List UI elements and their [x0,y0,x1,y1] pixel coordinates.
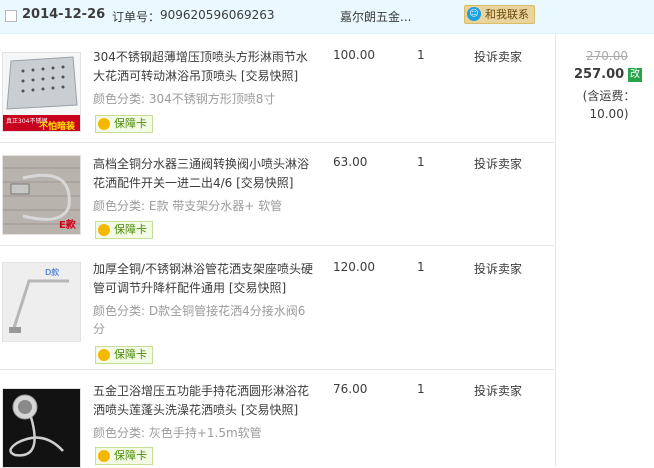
guarantee-card-button[interactable]: 保障卡 [95,447,153,465]
product-thumbnail[interactable]: D款 [2,262,81,342]
quantity: 1 [417,260,425,274]
thumb-badge: E款 [59,218,77,231]
thumb-badge: D款 [45,267,59,277]
complain-seller-link[interactable]: 投诉卖家 [474,260,522,277]
complain-seller-link[interactable]: 投诉卖家 [474,382,522,399]
product-thumbnail[interactable]: 真正304不锈钢 不怕暗装 [2,52,81,132]
original-price: 270.00 [586,49,628,63]
order-item-row: 五金卫浴增压五功能手持花洒圆形淋浴花洒喷头莲蓬头洗澡花洒喷头 [交易快照] 颜色… [0,370,554,468]
order-number: 909620596069263 [160,8,275,22]
unit-price: 63.00 [333,155,368,169]
product-thumbnail[interactable] [2,388,81,468]
product-title-link[interactable]: 高档全铜分水器三通阀转换阀小喷头淋浴花洒配件开关一进二出4/6 [交易快照] [93,155,315,193]
order-items: 真正304不锈钢 不怕暗装 304不锈钢超薄增压顶喷头方形淋雨节水大花洒可转动淋… [0,34,554,468]
shipping-note: (含运费：10.00) [582,89,636,121]
order-item-row: E款 高档全铜分水器三通阀转换阀小喷头淋浴花洒配件开关一进二出4/6 [交易快照… [0,143,554,246]
diverter-valve-image: E款 [3,156,80,234]
product-title-link[interactable]: 五金卫浴增压五功能手持花洒圆形淋浴花洒喷头莲蓬头洗澡花洒喷头 [交易快照] [93,382,315,420]
order-number-label: 订单号： [112,10,161,24]
product-thumbnail[interactable]: E款 [2,155,81,235]
contact-seller-button[interactable]: ☺ 和我联系 [464,5,535,24]
shield-icon [98,349,110,361]
shop-name-link[interactable]: 嘉尔朗五金... [340,8,411,25]
order-header: 2014-12-26 订单号： 909620596069263 嘉尔朗五金...… [0,0,654,34]
shield-icon [98,118,110,130]
order-total-column: 270.00 257.00 改 (含运费：10.00) [555,34,654,466]
unit-price: 120.00 [333,260,375,274]
order-item-row: 真正304不锈钢 不怕暗装 304不锈钢超薄增压顶喷头方形淋雨节水大花洒可转动淋… [0,34,554,143]
shield-icon [98,224,110,236]
shower-pipe-image: D款 [3,263,80,341]
unit-price: 76.00 [333,382,368,396]
order-date: 2014-12-26 [22,7,106,22]
complain-seller-link[interactable]: 投诉卖家 [474,48,522,65]
guarantee-card-button[interactable]: 保障卡 [95,115,153,133]
product-spec: 颜色分类: E款 带支架分水器+ 软管 [93,199,283,213]
final-price: 257.00 [574,67,625,82]
order-item-row: D款 加厚全铜/不锈钢淋浴管花洒支架座喷头硬管可调节升降杆配件通用 [交易快照]… [0,246,554,370]
unit-price: 100.00 [333,48,375,62]
quantity: 1 [417,382,425,396]
quantity: 1 [417,155,425,169]
guarantee-card-button[interactable]: 保障卡 [95,346,153,364]
guarantee-label: 保障卡 [114,348,147,361]
handheld-shower-image [3,389,80,467]
chat-icon: ☺ [467,7,481,21]
shield-icon [98,450,110,462]
product-spec: 颜色分类: D款全铜管接花洒4分接水阀6分 [93,304,306,336]
guarantee-label: 保障卡 [114,117,147,130]
product-title-link[interactable]: 304不锈钢超薄增压顶喷头方形淋雨节水大花洒可转动淋浴吊顶喷头 [交易快照] [93,48,315,86]
guarantee-label: 保障卡 [114,449,147,462]
guarantee-card-button[interactable]: 保障卡 [95,221,153,239]
product-title-link[interactable]: 加厚全铜/不锈钢淋浴管花洒支架座喷头硬管可调节升降杆配件通用 [交易快照] [93,260,315,298]
guarantee-label: 保障卡 [114,223,147,236]
product-spec: 颜色分类: 灰色手持+1.5m软管 [93,426,262,440]
shower-head-image: 真正304不锈钢 不怕暗装 [3,53,80,131]
thumb-badge: 不怕暗装 [39,120,76,131]
contact-seller-label: 和我联系 [485,8,529,21]
quantity: 1 [417,48,425,62]
product-spec: 颜色分类: 304不锈钢方形顶喷8寸 [93,92,276,106]
order-checkbox[interactable] [5,10,17,22]
price-modified-tag: 改 [628,68,642,82]
complain-seller-link[interactable]: 投诉卖家 [474,155,522,172]
